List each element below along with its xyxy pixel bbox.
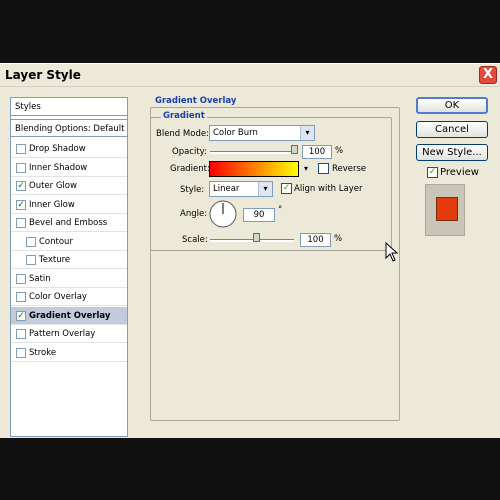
angle-dial[interactable] <box>208 199 238 229</box>
sidebar-item-label: Inner Glow <box>29 199 75 210</box>
style-label: Style: <box>180 185 205 195</box>
sidebar-checkbox[interactable]: ✓ <box>16 181 26 191</box>
sidebar-checkbox[interactable] <box>16 347 26 358</box>
sidebar-checkbox[interactable] <box>16 292 26 302</box>
gradient-dropdown-icon[interactable]: ▾ <box>300 161 312 177</box>
scale-label: Scale: <box>182 235 208 245</box>
preview-label: Preview <box>440 167 479 178</box>
close-icon[interactable]: X <box>479 66 497 84</box>
preview-frame <box>425 184 465 236</box>
sidebar-item-label: Inner Shadow <box>29 162 88 173</box>
sidebar-item-label: Bevel and Emboss <box>29 218 108 228</box>
gradient-label: Gradient: <box>170 164 210 174</box>
opacity-input[interactable]: 100 <box>302 145 332 159</box>
align-with-layer-checkbox[interactable]: ✓ <box>281 183 292 194</box>
sidebar-item-label: Drop Shadow <box>29 144 86 154</box>
sidebar-item-contour[interactable]: Contour <box>11 233 127 251</box>
sidebar-item-satin[interactable]: Satin <box>11 270 127 288</box>
opacity-percent: % <box>335 146 344 156</box>
opacity-label: Opacity: <box>172 147 207 157</box>
sidebar-checkbox[interactable] <box>26 255 36 265</box>
sidebar-checkbox[interactable]: ✓ <box>16 199 26 210</box>
sidebar-item-drop-shadow[interactable]: Drop Shadow <box>11 140 127 158</box>
angle-degree: ° <box>278 205 283 215</box>
preview-checkbox[interactable]: ✓ <box>427 167 438 178</box>
group-title: Gradient Overlay <box>153 96 239 106</box>
sidebar-item-inner-glow[interactable]: ✓ Inner Glow <box>11 196 127 214</box>
sidebar-checkbox[interactable] <box>16 273 26 284</box>
blend-mode-label: Blend Mode: <box>156 129 209 139</box>
sidebar-item-pattern-overlay[interactable]: Pattern Overlay <box>11 325 127 343</box>
scale-slider[interactable] <box>210 239 294 242</box>
sidebar-item-color-overlay[interactable]: Color Overlay <box>11 288 127 306</box>
sidebar-item-label: Satin <box>29 273 51 284</box>
preview-swatch <box>436 197 458 221</box>
sidebar-checkbox[interactable] <box>16 162 26 173</box>
sidebar-item-inner-shadow[interactable]: Inner Shadow <box>11 159 127 177</box>
blending-options[interactable]: Blending Options: Default <box>11 119 127 137</box>
styles-header[interactable]: Styles <box>11 98 127 116</box>
ok-button[interactable]: OK <box>416 97 488 114</box>
window-title: Layer Style <box>5 68 81 82</box>
sidebar-item-gradient-overlay[interactable]: ✓ Gradient Overlay <box>11 306 127 325</box>
sidebar-item-stroke[interactable]: Stroke <box>11 344 127 362</box>
sidebar-item-label: Texture <box>39 255 71 265</box>
scale-percent: % <box>334 234 343 244</box>
scale-input[interactable]: 100 <box>300 233 331 247</box>
opacity-slider[interactable] <box>210 151 298 154</box>
sidebar-item-texture[interactable]: Texture <box>11 251 127 269</box>
layer-style-dialog: Layer Style X Styles Blending Options: D… <box>0 63 500 438</box>
blend-mode-select[interactable]: Color Burn ▾ <box>209 125 315 141</box>
chevron-down-icon: ▾ <box>300 126 314 140</box>
sidebar-item-label: Color Overlay <box>29 292 87 302</box>
sidebar-item-bevel-and-emboss[interactable]: Bevel and Emboss <box>11 214 127 232</box>
sidebar-checkbox[interactable] <box>16 218 26 228</box>
styles-list: Styles Blending Options: Default Drop Sh… <box>10 97 128 437</box>
sidebar-checkbox[interactable]: ✓ <box>16 310 26 321</box>
reverse-label: Reverse <box>332 164 367 174</box>
style-select[interactable]: Linear ▾ <box>209 181 273 197</box>
sidebar-item-label: Contour <box>39 236 73 247</box>
subgroup-title: Gradient <box>161 111 207 121</box>
chevron-down-icon: ▾ <box>258 182 272 196</box>
sidebar-item-label: Pattern Overlay <box>29 329 96 339</box>
blend-mode-value: Color Burn <box>213 128 258 138</box>
sidebar-item-label: Gradient Overlay <box>29 310 111 321</box>
angle-label: Angle: <box>180 209 208 219</box>
title-bar[interactable]: Layer Style X <box>0 64 500 87</box>
align-with-layer-label: Align with Layer <box>294 184 363 194</box>
cancel-button[interactable]: Cancel <box>416 121 488 138</box>
sidebar-item-label: Outer Glow <box>29 181 77 191</box>
sidebar-item-label: Stroke <box>29 347 57 358</box>
angle-input[interactable]: 90 <box>243 208 275 222</box>
gradient-swatch[interactable] <box>209 161 299 177</box>
cursor-arrow-icon <box>385 242 399 262</box>
scale-slider-thumb[interactable] <box>253 233 261 242</box>
sidebar-item-outer-glow[interactable]: ✓ Outer Glow <box>11 177 127 195</box>
sidebar-checkbox[interactable] <box>26 236 36 247</box>
sidebar-checkbox[interactable] <box>16 329 26 339</box>
style-value: Linear <box>213 184 240 194</box>
new-style-button[interactable]: New Style... <box>416 144 488 161</box>
reverse-checkbox[interactable] <box>318 163 329 174</box>
sidebar-checkbox[interactable] <box>16 144 26 154</box>
opacity-slider-thumb[interactable] <box>291 145 298 154</box>
